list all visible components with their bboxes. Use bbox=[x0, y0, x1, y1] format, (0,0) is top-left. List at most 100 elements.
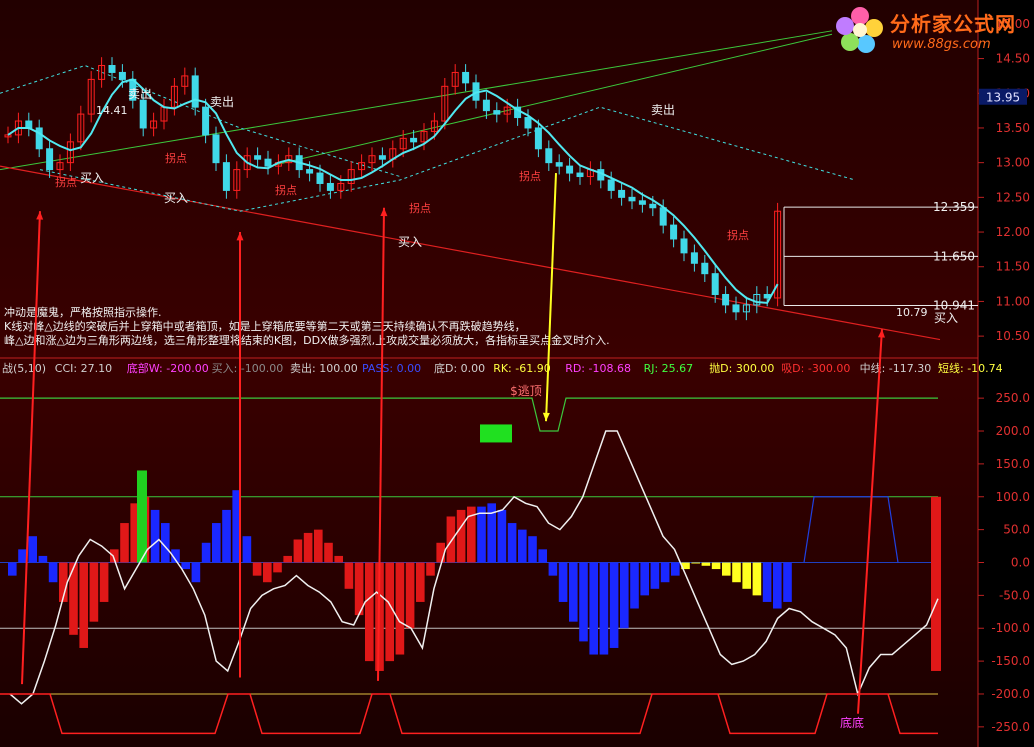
indicator-axis-label: 150.0 bbox=[996, 457, 1030, 471]
low-price-label: 10.79 bbox=[896, 306, 928, 319]
histogram-bar bbox=[589, 562, 598, 655]
indicator-header-item: 卖出: 100.00 bbox=[290, 361, 358, 375]
histogram-bar bbox=[8, 562, 17, 576]
histogram-bar bbox=[711, 562, 721, 570]
indicator-axis-label: -50.0 bbox=[999, 588, 1030, 602]
histogram-bar bbox=[48, 562, 58, 583]
price-axis-label: 13.50 bbox=[996, 121, 1030, 135]
high-price-label: 14.41 bbox=[96, 104, 128, 117]
histogram-bar bbox=[293, 539, 303, 563]
candle-body bbox=[316, 172, 324, 184]
histogram-bar bbox=[89, 562, 99, 622]
indicator-header-item: RK: -61.90 bbox=[493, 362, 551, 375]
indicator-header-item: 买入: -100.00 bbox=[212, 362, 284, 375]
strategy-note: K线对峰△边线的突破后并上穿箱中或者箱顶，如是上穿箱底要等第二天或第三天持续确认… bbox=[4, 319, 526, 333]
candle-body bbox=[222, 162, 230, 191]
histogram-bar bbox=[18, 549, 27, 563]
histogram-bar bbox=[283, 555, 292, 563]
brand-logo: 分析家公式网 www.88gs.com bbox=[832, 4, 1032, 56]
histogram-bar bbox=[395, 562, 405, 655]
candle-body bbox=[701, 262, 709, 275]
turn-point-label: 拐点 bbox=[409, 201, 431, 215]
histogram-bar bbox=[722, 562, 731, 576]
candle-body bbox=[659, 207, 667, 226]
last-histogram-bar bbox=[931, 496, 941, 671]
indicator-header-item: RD: -108.68 bbox=[565, 362, 631, 375]
histogram-bar bbox=[38, 555, 48, 563]
candle-body bbox=[108, 65, 116, 73]
green-bar bbox=[137, 470, 147, 563]
indicator-header-item: 抛D: 300.00 bbox=[709, 361, 774, 375]
histogram-bar bbox=[252, 562, 262, 576]
candle-body bbox=[607, 179, 615, 191]
histogram-bar bbox=[446, 516, 456, 563]
histogram-bar bbox=[548, 562, 558, 576]
histogram-bar bbox=[691, 562, 700, 564]
histogram-bar bbox=[426, 562, 435, 576]
candle-body bbox=[566, 165, 574, 174]
candle-body bbox=[711, 273, 719, 295]
candle-body bbox=[25, 120, 33, 129]
candle-body bbox=[493, 110, 501, 115]
histogram-bar bbox=[79, 562, 88, 648]
candle-body bbox=[410, 137, 418, 143]
indicator-axis-label: -200.0 bbox=[991, 687, 1030, 701]
candle-body bbox=[618, 189, 626, 198]
histogram-bar bbox=[28, 536, 37, 563]
histogram-bar bbox=[99, 562, 109, 602]
histogram-bar bbox=[344, 562, 354, 589]
candle-body bbox=[690, 252, 698, 264]
price-axis-label: 10.50 bbox=[996, 329, 1030, 343]
candle-body bbox=[545, 148, 553, 164]
indicator-header-item: 中线: -117.30 bbox=[860, 361, 932, 375]
current-price-label: 13.95 bbox=[986, 91, 1020, 105]
flower-logo-icon bbox=[836, 7, 883, 53]
buy-label: 买入 bbox=[398, 235, 422, 249]
candle-body bbox=[254, 155, 262, 160]
histogram-bar bbox=[609, 562, 619, 648]
turn-point-label: 拐点 bbox=[165, 151, 187, 165]
histogram-bar bbox=[416, 562, 425, 602]
buy-label: 买入 bbox=[164, 191, 188, 205]
histogram-bar bbox=[671, 562, 680, 576]
candle-body bbox=[306, 169, 314, 174]
price-axis-label: 12.50 bbox=[996, 190, 1030, 204]
candle-body bbox=[191, 75, 199, 108]
candle-body bbox=[649, 203, 657, 209]
histogram-bar bbox=[456, 509, 466, 563]
histogram-bar bbox=[660, 562, 670, 583]
histogram-bar bbox=[701, 562, 711, 566]
indicator-axis-label: 250.0 bbox=[996, 391, 1030, 405]
histogram-bar bbox=[303, 532, 313, 563]
indicator-axis-label: -100.0 bbox=[991, 621, 1030, 635]
histogram-bar bbox=[212, 523, 221, 563]
histogram-bar bbox=[732, 562, 741, 583]
candle-body bbox=[534, 127, 542, 150]
histogram-bar bbox=[518, 529, 527, 563]
histogram-bar bbox=[477, 506, 486, 563]
histogram-bar bbox=[365, 562, 374, 662]
histogram-bar bbox=[263, 562, 272, 583]
indicator-header-item: RJ: 25.67 bbox=[644, 362, 694, 375]
indicator-header-item: 战(5,10) bbox=[2, 362, 46, 375]
price-axis-label: 12.00 bbox=[996, 225, 1030, 239]
histogram-bar bbox=[538, 549, 547, 563]
box-level-label: 12.359 bbox=[933, 200, 975, 214]
indicator-axis-label: 200.0 bbox=[996, 424, 1030, 438]
histogram-bar bbox=[599, 562, 609, 655]
histogram-bar bbox=[569, 562, 578, 622]
histogram-bar bbox=[742, 562, 751, 589]
turn-point-label: 拐点 bbox=[727, 228, 749, 242]
green-signal-block bbox=[480, 424, 512, 443]
candle-body bbox=[212, 134, 220, 164]
candle-body bbox=[462, 71, 470, 84]
price-axis-label: 11.50 bbox=[996, 260, 1030, 274]
candle-body bbox=[576, 172, 584, 178]
indicator-axis-label: 100.0 bbox=[996, 490, 1030, 504]
histogram-bar bbox=[222, 509, 231, 563]
turn-point-label: 拐点 bbox=[55, 175, 77, 189]
histogram-bar bbox=[650, 562, 660, 589]
indicator-axis-label: 0.0 bbox=[1011, 556, 1030, 570]
histogram-bar bbox=[507, 523, 517, 563]
histogram-bar bbox=[334, 555, 343, 563]
